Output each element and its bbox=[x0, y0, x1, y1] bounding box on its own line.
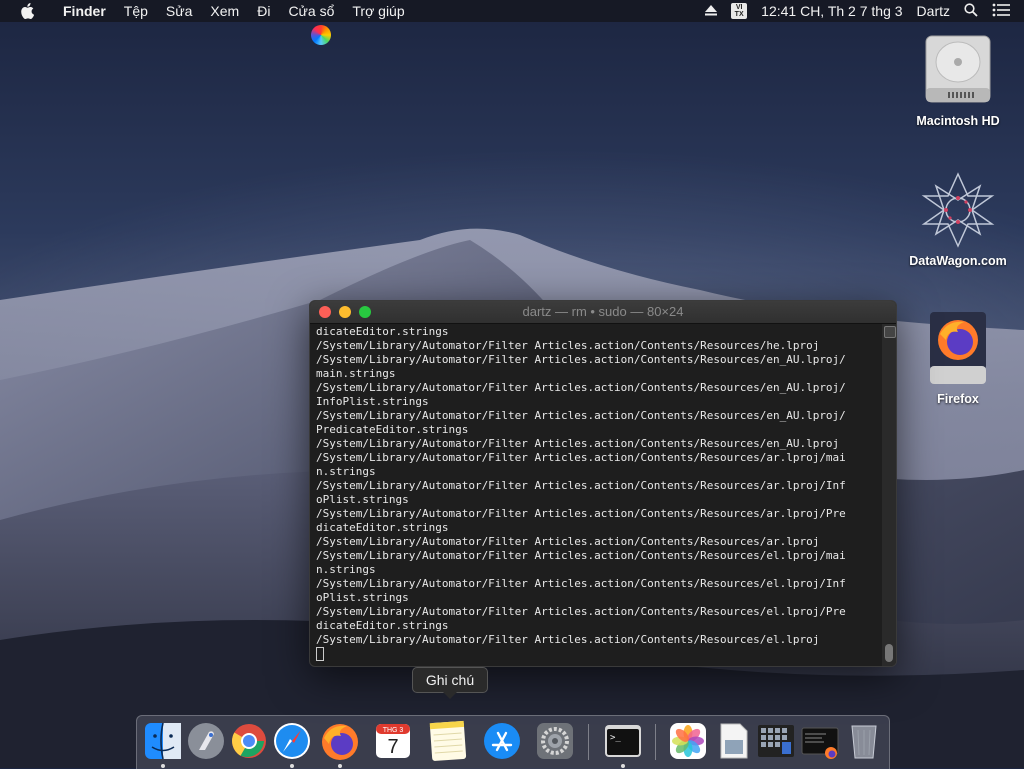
gear-icon bbox=[537, 723, 573, 759]
terminal-line: dicateEditor.strings bbox=[316, 521, 449, 534]
running-indicator bbox=[290, 764, 294, 768]
svg-text:>_: >_ bbox=[610, 733, 621, 743]
input-source-bottom: TX bbox=[734, 11, 744, 18]
dock-terminal[interactable]: >_ bbox=[602, 720, 644, 768]
firefox-disk-icon bbox=[918, 308, 998, 388]
terminal-line: /System/Library/Automator/Filter Article… bbox=[316, 451, 846, 464]
safari-icon bbox=[274, 723, 310, 759]
dock-preview[interactable] bbox=[712, 720, 754, 762]
terminal-title: dartz — rm • sudo — 80×24 bbox=[522, 304, 684, 319]
terminal-line: /System/Library/Automator/Filter Article… bbox=[316, 437, 840, 450]
dock-safari[interactable] bbox=[271, 720, 313, 768]
menu-user[interactable]: Dartz bbox=[917, 3, 950, 19]
dock: THG 3 7 >_ bbox=[136, 715, 890, 769]
dock-terminal-firefox[interactable] bbox=[800, 720, 842, 762]
spinning-wait-cursor-icon bbox=[311, 25, 331, 45]
terminal-line: n.strings bbox=[316, 465, 376, 478]
input-source-icon[interactable]: VI TX bbox=[731, 3, 748, 19]
terminal-line: oPlist.strings bbox=[316, 591, 409, 604]
running-indicator bbox=[161, 764, 165, 768]
terminal-line: dicateEditor.strings bbox=[316, 619, 449, 632]
app-store-icon bbox=[484, 723, 520, 759]
terminal-line: /System/Library/Automator/Filter Article… bbox=[316, 535, 820, 548]
menu-help[interactable]: Trợ giúp bbox=[343, 0, 413, 22]
terminal-line: n.strings bbox=[316, 563, 376, 576]
input-source-top: VI bbox=[735, 4, 743, 11]
desktop-icon-macintosh-hd[interactable]: Macintosh HD bbox=[903, 30, 1013, 128]
terminal-line: /System/Library/Automator/Filter Article… bbox=[316, 479, 846, 492]
hard-drive-icon bbox=[918, 30, 998, 110]
menu-file[interactable]: Tệp bbox=[115, 0, 157, 22]
terminal-window[interactable]: dartz — rm • sudo — 80×24 dicateEditor.s… bbox=[309, 300, 897, 667]
terminal-title-bar[interactable]: dartz — rm • sudo — 80×24 bbox=[310, 301, 896, 324]
terminal-scrollbar[interactable] bbox=[882, 324, 896, 666]
dock-tooltip: Ghi chú bbox=[412, 667, 488, 699]
desktop-icon-label: Macintosh HD bbox=[916, 114, 1000, 128]
desktop-icon-label: DataWagon.com bbox=[909, 254, 1007, 268]
dock-finder[interactable] bbox=[142, 720, 184, 768]
menu-window[interactable]: Cửa sổ bbox=[279, 0, 343, 22]
calendar-day: 7 bbox=[387, 736, 398, 758]
grid-icon bbox=[758, 725, 794, 757]
dock-separator bbox=[588, 724, 589, 760]
terminal-output[interactable]: dicateEditor.strings/System/Library/Auto… bbox=[310, 324, 882, 666]
eject-icon[interactable] bbox=[705, 3, 718, 19]
calendar-icon: THG 3 7 bbox=[376, 724, 410, 758]
firefox-icon bbox=[322, 724, 358, 760]
preview-icon bbox=[720, 723, 748, 759]
terminal-icon: >_ bbox=[605, 725, 641, 757]
dock-calendar[interactable]: THG 3 7 bbox=[372, 720, 414, 762]
terminal-window-icon bbox=[801, 727, 839, 759]
desktop-icon-datawagon[interactable]: DataWagon.com bbox=[903, 170, 1013, 268]
desktop-icon-label: Firefox bbox=[937, 392, 979, 406]
scrollbar-button[interactable] bbox=[884, 326, 896, 338]
datawagon-icon bbox=[918, 170, 998, 250]
terminal-line: /System/Library/Automator/Filter Article… bbox=[316, 507, 846, 520]
desktop-icon-firefox[interactable]: Firefox bbox=[903, 308, 1013, 406]
apple-menu-icon[interactable] bbox=[18, 0, 36, 22]
calendar-month: THG 3 bbox=[383, 727, 404, 734]
chrome-icon bbox=[232, 724, 266, 758]
dock-launchpad[interactable] bbox=[185, 720, 227, 762]
menu-bar: Finder Tệp Sửa Xem Đi Cửa sổ Trợ giúp VI… bbox=[0, 0, 1024, 22]
terminal-cursor bbox=[316, 647, 324, 661]
dock-system-preferences[interactable] bbox=[534, 720, 576, 762]
scrollbar-thumb[interactable] bbox=[885, 644, 893, 662]
running-indicator bbox=[621, 764, 625, 768]
menu-edit[interactable]: Sửa bbox=[157, 0, 202, 22]
finder-icon bbox=[145, 722, 181, 760]
dock-chrome[interactable] bbox=[228, 720, 270, 762]
terminal-line: oPlist.strings bbox=[316, 493, 409, 506]
terminal-line: /System/Library/Automator/Filter Article… bbox=[316, 409, 846, 422]
terminal-line: InfoPlist.strings bbox=[316, 395, 429, 408]
terminal-line: /System/Library/Automator/Filter Article… bbox=[316, 381, 846, 394]
terminal-line: main.strings bbox=[316, 367, 396, 380]
dock-firefox[interactable] bbox=[319, 720, 361, 768]
menu-app-name[interactable]: Finder bbox=[54, 0, 115, 22]
terminal-line: /System/Library/Automator/Filter Article… bbox=[316, 633, 820, 646]
menu-view[interactable]: Xem bbox=[201, 0, 248, 22]
terminal-line: PredicateEditor.strings bbox=[316, 423, 469, 436]
dock-separator bbox=[655, 724, 656, 760]
menu-clock[interactable]: 12:41 CH, Th 2 7 thg 3 bbox=[761, 3, 902, 19]
dock-notes[interactable] bbox=[427, 720, 469, 762]
notes-icon bbox=[429, 720, 467, 761]
trash-icon bbox=[851, 725, 877, 759]
dock-screenshot[interactable] bbox=[755, 720, 797, 762]
terminal-line: /System/Library/Automator/Filter Article… bbox=[316, 353, 846, 366]
notification-center-icon[interactable] bbox=[992, 3, 1010, 20]
launchpad-icon bbox=[188, 723, 224, 759]
terminal-line: dicateEditor.strings bbox=[316, 325, 449, 338]
running-indicator bbox=[338, 764, 342, 768]
photos-icon bbox=[670, 723, 706, 759]
dock-photos[interactable] bbox=[667, 720, 709, 762]
terminal-line: /System/Library/Automator/Filter Article… bbox=[316, 577, 846, 590]
terminal-line: /System/Library/Automator/Filter Article… bbox=[316, 605, 846, 618]
dock-app-store[interactable] bbox=[481, 720, 523, 762]
spotlight-search-icon[interactable] bbox=[964, 2, 978, 20]
terminal-line: /System/Library/Automator/Filter Article… bbox=[316, 339, 820, 352]
dock-trash[interactable] bbox=[843, 720, 885, 762]
menu-go[interactable]: Đi bbox=[248, 0, 279, 22]
terminal-line: /System/Library/Automator/Filter Article… bbox=[316, 549, 846, 562]
